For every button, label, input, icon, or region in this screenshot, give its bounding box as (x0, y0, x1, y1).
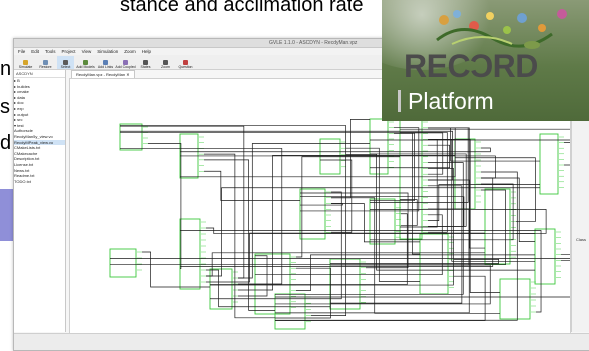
model-box[interactable] (539, 133, 559, 195)
slide-heading-text: stance and acclimation rate (120, 0, 364, 16)
toolbar-button-question[interactable]: Question (177, 56, 194, 69)
model-connection (110, 189, 506, 266)
tree-item[interactable]: TODO.txt (14, 179, 65, 185)
menu-project[interactable]: Project (62, 49, 76, 54)
tab-recdyman-vpz[interactable]: RecdyMan.vpz - RecdyMan ✕ (71, 70, 135, 78)
project-tree: ▸ B ▸ buildes ▸ cmake ▸ data ▸ doc ▸ exp ▸ out… (14, 78, 65, 184)
toolbar-button-label: Question (178, 65, 193, 69)
project-tree-panel: ASCDYN ▸ B ▸ buildes ▸ cmake ▸ data ▸ doc ▸ e… (14, 70, 66, 332)
toolbar-button-label: Simulate (18, 65, 33, 69)
logo-wordmark: RECƆRD (404, 48, 538, 84)
model-box[interactable] (209, 268, 233, 310)
model-box[interactable] (109, 248, 137, 278)
model-connection (400, 199, 418, 226)
model-box[interactable] (119, 123, 143, 151)
toolbar-button-select[interactable]: Select (57, 56, 74, 69)
model-connection (275, 267, 331, 319)
model-connection (180, 230, 542, 313)
model-connection (346, 147, 420, 282)
slide-cut-word: s (0, 96, 10, 118)
toolbar-button-simulate[interactable]: Simulate (17, 56, 34, 69)
record-platform-logo: RECƆRD Platform (382, 0, 589, 121)
toolbar-button-restore[interactable]: Restore (37, 56, 54, 69)
model-connection (120, 125, 245, 279)
toolbar-button-add-models[interactable]: Add Models (76, 56, 95, 69)
toolbar-button-add-links[interactable]: Add Links (97, 56, 114, 69)
logo-subtitle: Platform (408, 88, 494, 114)
window-title: GVLE 1.1.0 - ASCDYN - RecdyMan.vpz (269, 40, 358, 46)
status-bar (14, 333, 589, 350)
model-connection (275, 142, 570, 298)
menu-edit[interactable]: Edit (31, 49, 39, 54)
model-connection (210, 213, 408, 285)
toolbar-button-label: Restore (39, 65, 52, 69)
slide-accent-block (0, 189, 14, 241)
model-connection (275, 171, 518, 321)
model-connection (206, 187, 540, 277)
project-tree-header: ASCDYN (14, 70, 65, 78)
toolbar-button-label: Add Links (97, 65, 114, 69)
model-connection (120, 148, 283, 285)
model-box[interactable] (179, 218, 201, 290)
slide-cut-word: d (0, 132, 12, 154)
properties-label: Class (576, 237, 587, 242)
model-connection (110, 164, 570, 259)
slide-cut-word: n (0, 58, 12, 80)
toolbar-button-zoom[interactable]: Zoom (157, 56, 174, 69)
model-connection (204, 153, 275, 319)
menu-zoom[interactable]: Zoom (124, 49, 136, 54)
model-connection (331, 197, 500, 314)
menu-tools[interactable]: Tools (45, 49, 56, 54)
model-box[interactable] (454, 138, 476, 210)
toolbar-button-add-coupled[interactable]: Add Coupled (115, 56, 136, 69)
model-connection (180, 155, 496, 179)
model-box[interactable] (484, 188, 511, 265)
toolbar-button-label: Select (60, 65, 71, 69)
menu-view[interactable]: View (82, 49, 92, 54)
toolbar-button-label: Add Models (76, 65, 95, 69)
model-connection (206, 269, 330, 308)
toolbar-button-label: Add Coupled (115, 65, 136, 69)
model-connection (204, 159, 275, 311)
menu-simulation[interactable]: Simulation (97, 49, 118, 54)
model-box[interactable] (499, 278, 531, 320)
model-connection (210, 191, 342, 300)
model-connection (255, 214, 443, 276)
menu-file[interactable]: File (18, 49, 25, 54)
model-connection (180, 127, 456, 178)
toolbar-button-label: States (140, 65, 151, 69)
toolbar-button-states[interactable]: States (137, 56, 154, 69)
model-box[interactable] (369, 198, 396, 245)
menu-help[interactable]: Help (142, 49, 151, 54)
model-connection (370, 183, 514, 241)
model-box[interactable] (534, 228, 556, 285)
toolbar-button-label: Zoom (161, 65, 170, 69)
model-connection (120, 132, 448, 233)
model-connection (148, 143, 182, 269)
